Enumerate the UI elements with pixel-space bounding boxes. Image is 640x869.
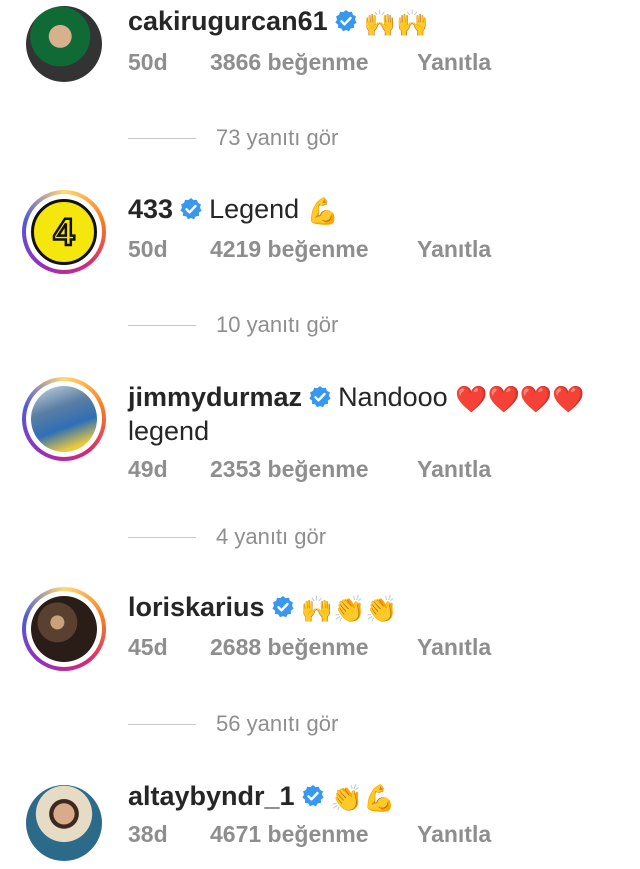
comment-body: Legend (209, 194, 300, 224)
svg-text:4: 4 (53, 212, 74, 254)
username-link[interactable]: jimmydurmaz (128, 382, 302, 412)
view-replies-label: 73 yanıtı gör (216, 125, 339, 150)
verified-badge-icon (271, 596, 294, 618)
likes-count[interactable]: 4671 beğenme (210, 819, 417, 849)
avatar[interactable] (22, 377, 106, 461)
reply-button[interactable]: Yanıtla (417, 819, 491, 849)
comment-text-line: jimmydurmaz Nandooo ❤️❤️❤️❤️ (128, 380, 585, 416)
comment-time: 50d (128, 49, 168, 75)
comment-meta: 50d 4219 beğenme Yanıtla (128, 234, 491, 264)
likes-count[interactable]: 2353 beğenme (210, 454, 417, 484)
verified-badge-icon (335, 10, 357, 32)
username-link[interactable]: cakirugurcan61 (128, 6, 328, 36)
comment-emoji: 🙌🙌 (363, 8, 429, 38)
comment-text-line: cakirugurcan61 🙌🙌 (128, 4, 428, 40)
comment-emoji: ❤️❤️❤️❤️ (455, 384, 585, 414)
comment-body-line2: legend (128, 416, 210, 446)
comment-meta: 45d 2688 beğenme Yanıtla (128, 632, 491, 662)
comment-emoji: 👏💪 (330, 783, 396, 813)
username-link[interactable]: loriskarius (128, 592, 265, 622)
comment-meta: 49d 2353 beğenme Yanıtla (128, 454, 491, 484)
comment-meta: 50d 3866 beğenme Yanıtla (128, 47, 491, 77)
username-link[interactable]: altaybyndr_1 (128, 781, 295, 811)
username-link[interactable]: 433 (128, 194, 173, 224)
view-replies-label: 4 yanıtı gör (216, 524, 327, 549)
avatar-photo (31, 386, 97, 452)
comment-emoji: 💪 (306, 196, 340, 226)
avatar-photo (26, 6, 102, 82)
likes-count[interactable]: 2688 beğenme (210, 632, 417, 662)
comment-text-line: altaybyndr_1 👏💪 (128, 779, 395, 815)
comment-time: 45d (128, 634, 168, 660)
avatar[interactable]: 4 (22, 190, 106, 274)
reply-button[interactable]: Yanıtla (417, 454, 491, 484)
comment-time: 38d (128, 821, 168, 847)
comment-time: 49d (128, 456, 168, 482)
verified-badge-icon (180, 198, 202, 220)
comment-text-continuation: legend (128, 414, 209, 448)
replies-divider (128, 325, 196, 326)
reply-button[interactable]: Yanıtla (417, 47, 491, 77)
replies-divider (128, 724, 196, 725)
comment-time: 50d (128, 236, 168, 262)
likes-count[interactable]: 3866 beğenme (210, 47, 417, 77)
likes-count[interactable]: 4219 beğenme (210, 234, 417, 264)
verified-badge-icon (301, 785, 324, 807)
avatar[interactable] (22, 781, 106, 865)
comment-text-line: 433 Legend 💪 (128, 192, 339, 228)
avatar-photo (26, 785, 102, 861)
comment-emoji: 🙌👏👏 (300, 594, 398, 624)
view-replies-label: 56 yanıtı gör (216, 711, 339, 736)
replies-divider (128, 537, 196, 538)
replies-divider (128, 138, 196, 139)
avatar[interactable] (22, 587, 106, 671)
avatar[interactable] (22, 2, 106, 86)
comment-body: Nandooo (338, 382, 448, 412)
comment-meta: 38d 4671 beğenme Yanıtla (128, 819, 491, 849)
view-replies-label: 10 yanıtı gör (216, 312, 339, 337)
number-four-icon: 4 (52, 211, 76, 256)
reply-button[interactable]: Yanıtla (417, 632, 491, 662)
verified-badge-icon (309, 386, 331, 408)
avatar-photo: 4 (31, 199, 97, 265)
comment-text-line: loriskarius 🙌👏👏 (128, 590, 398, 626)
avatar-photo (31, 596, 97, 662)
reply-button[interactable]: Yanıtla (417, 234, 491, 264)
